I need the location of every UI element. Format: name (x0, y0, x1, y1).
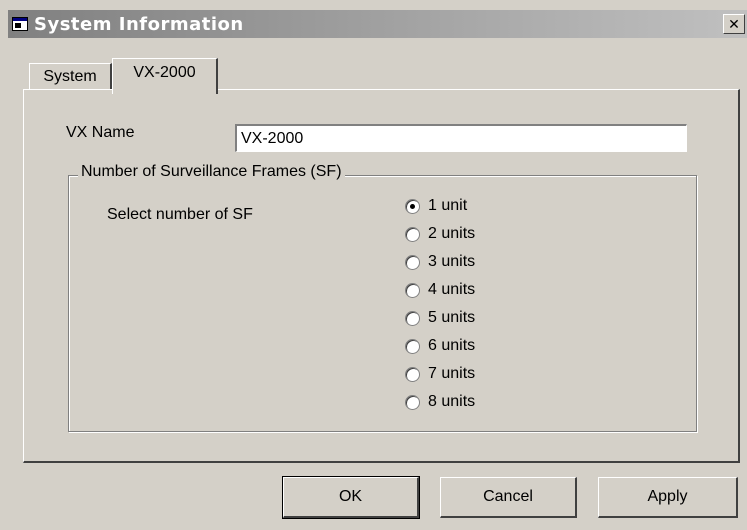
radio-option-label: 3 units (428, 253, 476, 270)
vx-name-input[interactable] (235, 124, 687, 152)
close-button[interactable]: ✕ (723, 14, 745, 34)
close-icon: ✕ (728, 16, 740, 32)
radio-option-5-units[interactable]: 5 units (405, 306, 475, 330)
radio-icon[interactable] (405, 198, 420, 214)
ok-button[interactable]: OK (282, 476, 420, 519)
radio-icon[interactable] (405, 394, 420, 410)
radio-option-label: 6 units (428, 337, 476, 354)
window-app-icon (12, 17, 28, 31)
radio-option-1-unit[interactable]: 1 unit (405, 194, 467, 218)
tab-system[interactable]: System (29, 63, 112, 89)
radio-option-3-units[interactable]: 3 units (405, 250, 475, 274)
radio-option-label: 1 unit (428, 197, 468, 214)
radio-option-7-units[interactable]: 7 units (405, 362, 475, 386)
radio-icon[interactable] (405, 226, 420, 242)
vx-name-label: VX Name (66, 124, 135, 141)
tab-vx-2000[interactable]: VX-2000 (112, 58, 218, 94)
radio-option-label: 8 units (428, 393, 476, 410)
cancel-button[interactable]: Cancel (440, 477, 577, 518)
radio-option-label: 4 units (428, 281, 476, 298)
radio-option-label: 7 units (428, 365, 476, 382)
tab-vx-2000-label: VX-2000 (133, 64, 196, 81)
radio-icon[interactable] (405, 254, 420, 270)
radio-icon[interactable] (405, 366, 420, 382)
radio-option-6-units[interactable]: 6 units (405, 334, 475, 358)
window-title: System Information (34, 14, 244, 35)
group-legend: Number of Surveillance Frames (SF) (78, 163, 345, 181)
select-sf-label: Select number of SF (107, 206, 253, 223)
radio-icon[interactable] (405, 310, 420, 326)
system-information-dialog: System Information ✕ System VX-2000 VX N… (0, 0, 747, 530)
radio-option-8-units[interactable]: 8 units (405, 390, 475, 414)
apply-button[interactable]: Apply (598, 477, 738, 518)
tab-system-label: System (43, 68, 97, 85)
title-bar[interactable]: System Information ✕ (8, 10, 747, 38)
radio-option-label: 5 units (428, 309, 476, 326)
radio-option-2-units[interactable]: 2 units (405, 222, 475, 246)
radio-option-label: 2 units (428, 225, 476, 242)
radio-icon[interactable] (405, 338, 420, 354)
radio-icon[interactable] (405, 282, 420, 298)
radio-option-4-units[interactable]: 4 units (405, 278, 475, 302)
